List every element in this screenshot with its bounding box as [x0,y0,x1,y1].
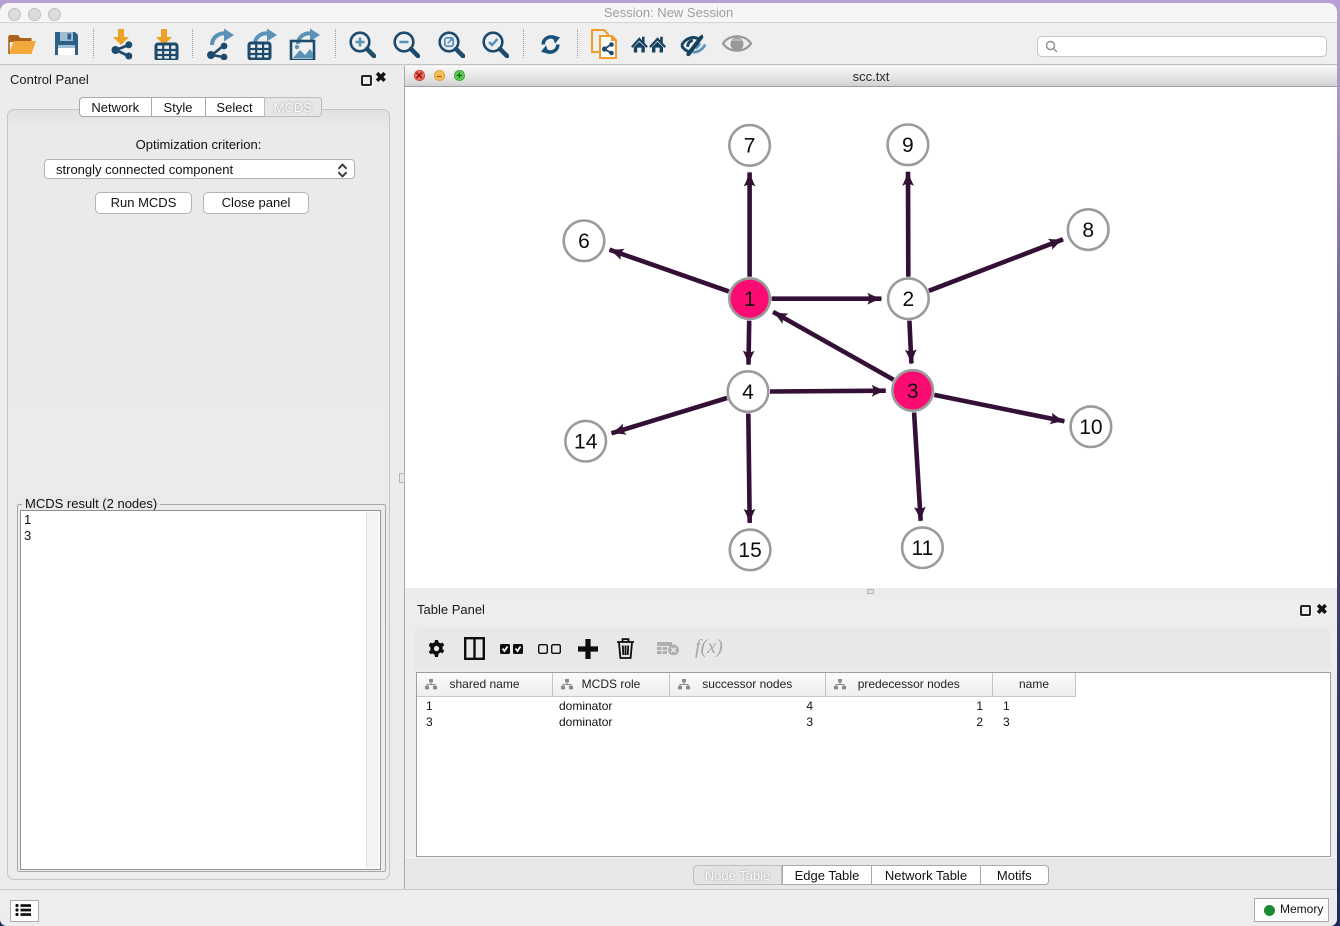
svg-text:1: 1 [744,288,756,311]
svg-text:2: 2 [903,288,915,311]
svg-text:10: 10 [1079,416,1102,439]
svg-text:3: 3 [907,380,919,403]
svg-text:14: 14 [574,431,598,454]
svg-text:8: 8 [1082,219,1094,242]
svg-text:9: 9 [902,134,914,157]
svg-text:7: 7 [744,135,756,158]
svg-text:6: 6 [578,230,590,253]
svg-text:15: 15 [738,539,761,562]
svg-text:11: 11 [911,537,933,560]
svg-text:4: 4 [742,381,754,404]
